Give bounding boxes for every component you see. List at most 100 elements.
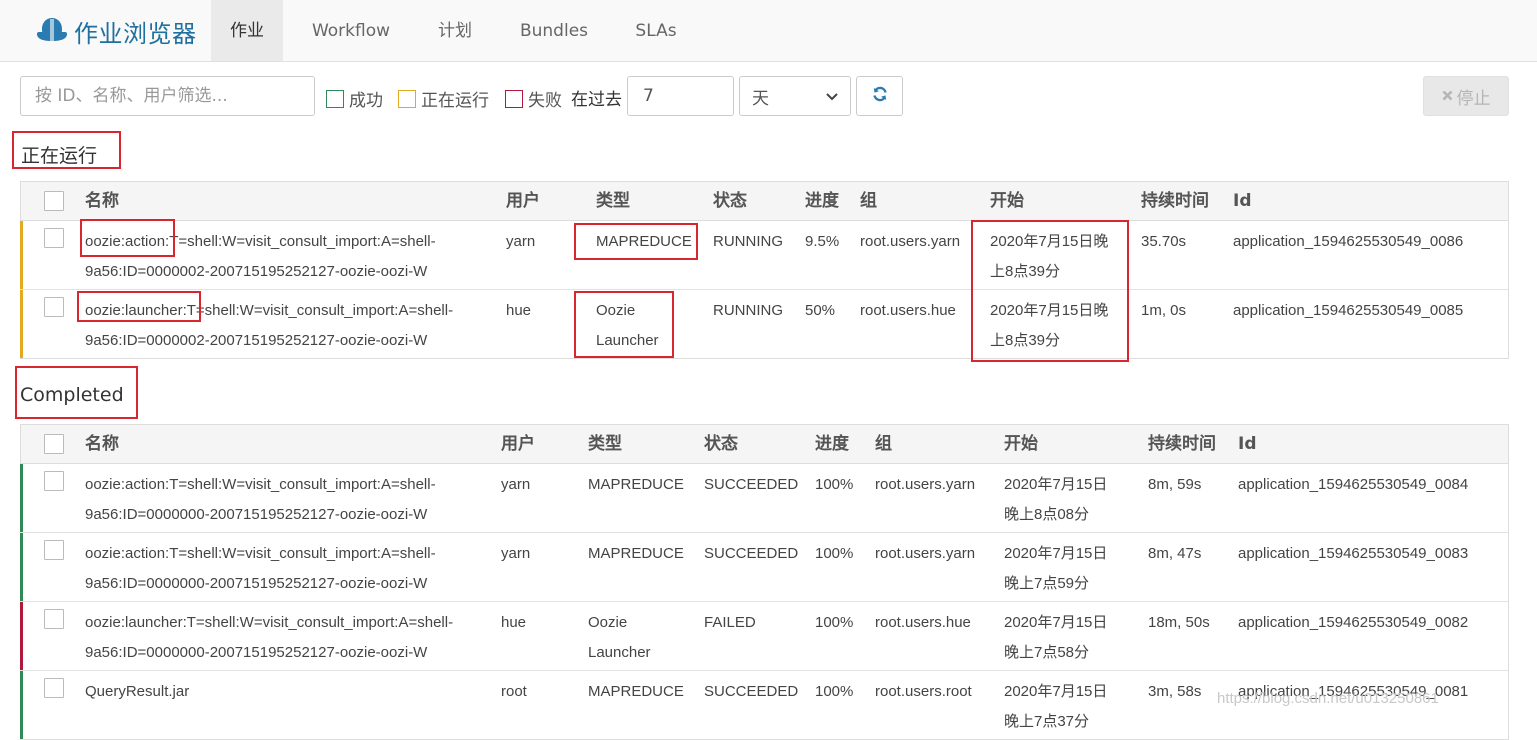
col-name[interactable]: 名称 <box>85 425 119 463</box>
tab-workflow[interactable]: Workflow <box>304 0 398 61</box>
refresh-button[interactable] <box>856 76 903 116</box>
tab-bundles[interactable]: Bundles <box>511 0 597 61</box>
time-range-label: 在过去 <box>571 90 622 110</box>
col-id[interactable]: Id <box>1238 425 1257 463</box>
job-start-line2: 晚上7点37分 <box>1004 713 1090 730</box>
job-progress: 100% <box>815 545 854 562</box>
job-duration: 8m, 47s <box>1148 545 1202 562</box>
job-type-line2: Launcher <box>588 644 651 661</box>
col-user[interactable]: 用户 <box>506 182 540 220</box>
filter-running-label: 正在运行 <box>421 91 489 111</box>
job-status: RUNNING <box>713 302 783 319</box>
time-unit-select[interactable]: 天 <box>739 76 851 116</box>
filter-running[interactable]: 正在运行 <box>398 86 489 111</box>
job-name[interactable]: oozie:action:T=shell:W=visit_consult_imp… <box>85 539 436 599</box>
job-duration: 18m, 50s <box>1148 614 1210 631</box>
job-id[interactable]: application_1594625530549_0085 <box>1233 296 1463 326</box>
col-duration[interactable]: 持续时间 <box>1141 182 1209 220</box>
job-name[interactable]: QueryResult.jar <box>85 677 189 707</box>
job-user: hue <box>506 302 532 319</box>
job-id[interactable]: application_1594625530549_0084 <box>1238 470 1468 500</box>
table-row[interactable]: oozie:action:T=shell:W=visit_consult_imp… <box>20 533 1508 602</box>
col-start[interactable]: 开始 <box>990 182 1024 220</box>
status-stripe <box>20 221 23 289</box>
row-checkbox[interactable] <box>44 678 64 698</box>
row-checkbox[interactable] <box>44 228 64 248</box>
job-start: 2020年7月15日 晚上7点59分 <box>1004 539 1107 599</box>
job-duration: 8m, 59s <box>1148 476 1202 493</box>
job-id[interactable]: application_1594625530549_0082 <box>1238 608 1468 638</box>
job-name-line2: 9a56:ID=0000002-200715195252127-oozie-oo… <box>85 263 428 280</box>
job-progress: 100% <box>815 683 854 700</box>
job-group: root.users.yarn <box>860 233 961 250</box>
col-name[interactable]: 名称 <box>85 182 119 220</box>
col-start[interactable]: 开始 <box>1004 425 1038 463</box>
table-row[interactable]: oozie:action:T=shell:W=visit_consult_imp… <box>20 221 1508 290</box>
stop-label: 停止 <box>1456 88 1491 109</box>
success-checkbox[interactable] <box>326 89 344 108</box>
col-group[interactable]: 组 <box>875 425 892 463</box>
row-checkbox[interactable] <box>44 609 64 629</box>
job-start-line2: 晚上7点59分 <box>1004 575 1090 592</box>
job-id[interactable]: application_1594625530549_0083 <box>1238 539 1468 569</box>
job-type: MAPREDUCE <box>588 539 684 569</box>
job-user: hue <box>501 614 527 631</box>
select-all-checkbox[interactable] <box>44 434 64 454</box>
col-user[interactable]: 用户 <box>501 425 535 463</box>
tab-slas[interactable]: SLAs <box>625 0 687 61</box>
running-checkbox[interactable] <box>398 89 416 108</box>
table-header: 名称 用户 类型 状态 进度 组 开始 持续时间 Id <box>21 182 1508 221</box>
brand[interactable]: 作业浏览器 <box>36 13 197 49</box>
col-id[interactable]: Id <box>1233 182 1252 220</box>
filter-failed[interactable]: 失败 <box>505 86 562 111</box>
running-jobs-table: 名称 用户 类型 状态 进度 组 开始 持续时间 Id oozie:action… <box>20 181 1509 359</box>
col-duration[interactable]: 持续时间 <box>1148 425 1216 463</box>
job-status: SUCCEEDED <box>704 476 799 493</box>
job-user: yarn <box>506 233 536 250</box>
col-group[interactable]: 组 <box>860 182 877 220</box>
days-input[interactable] <box>627 76 734 116</box>
col-status[interactable]: 状态 <box>704 425 738 463</box>
job-name[interactable]: oozie:launcher:T=shell:W=visit_consult_i… <box>85 608 453 668</box>
col-type[interactable]: 类型 <box>588 425 622 463</box>
job-type-line1: MAPREDUCE <box>588 683 684 700</box>
job-name[interactable]: oozie:action:T=shell:W=visit_consult_imp… <box>85 227 436 287</box>
job-progress: 50% <box>805 302 836 319</box>
table-row[interactable]: oozie:action:T=shell:W=visit_consult_imp… <box>20 464 1508 533</box>
search-input[interactable] <box>20 76 315 116</box>
job-name-line1: QueryResult.jar <box>85 683 190 700</box>
job-start-line2: 晚上7点58分 <box>1004 644 1090 661</box>
col-status[interactable]: 状态 <box>713 182 747 220</box>
failed-checkbox[interactable] <box>505 89 523 108</box>
completed-section-title: Completed <box>20 384 124 406</box>
table-row[interactable]: oozie:launcher:T=shell:W=visit_consult_i… <box>20 602 1508 671</box>
job-start: 2020年7月15日 晚上8点08分 <box>1004 470 1107 530</box>
select-all-checkbox[interactable] <box>44 191 64 211</box>
tab-schedule[interactable]: 计划 <box>420 0 490 61</box>
row-checkbox[interactable] <box>44 540 64 560</box>
col-type[interactable]: 类型 <box>596 182 630 220</box>
job-name[interactable]: oozie:launcher:T=shell:W=visit_consult_i… <box>85 296 453 356</box>
job-status: RUNNING <box>713 233 783 250</box>
job-start-line2: 上8点39分 <box>990 263 1061 280</box>
table-row[interactable]: oozie:launcher:T=shell:W=visit_consult_i… <box>20 290 1508 358</box>
job-name[interactable]: oozie:action:T=shell:W=visit_consult_imp… <box>85 470 436 530</box>
stop-button[interactable]: 停止 <box>1423 76 1509 116</box>
col-progress[interactable]: 进度 <box>815 425 849 463</box>
row-checkbox[interactable] <box>44 471 64 491</box>
filter-success[interactable]: 成功 <box>326 86 383 111</box>
col-progress[interactable]: 进度 <box>805 182 839 220</box>
job-progress: 9.5% <box>805 233 840 250</box>
job-name-line2: 9a56:ID=0000000-200715195252127-oozie-oo… <box>85 644 428 661</box>
row-checkbox[interactable] <box>44 297 64 317</box>
job-type: MAPREDUCE <box>596 227 692 257</box>
job-name-line1: oozie:launcher:T=shell:W=visit_consult_i… <box>85 614 454 631</box>
job-group: root.users.hue <box>875 614 971 631</box>
job-start-line1: 2020年7月15日 <box>1004 476 1108 493</box>
tab-jobs[interactable]: 作业 <box>211 0 283 61</box>
job-type: MAPREDUCE <box>588 677 684 707</box>
status-stripe <box>20 464 23 532</box>
brand-title: 作业浏览器 <box>74 19 197 48</box>
job-status: FAILED <box>704 614 756 631</box>
job-id[interactable]: application_1594625530549_0086 <box>1233 227 1463 257</box>
